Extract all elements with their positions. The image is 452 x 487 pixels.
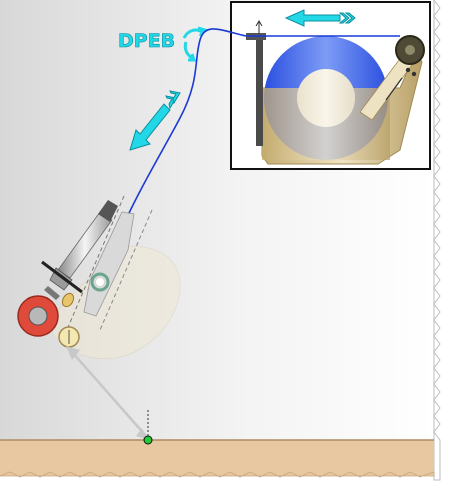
label-dpeb: DPEB <box>118 30 175 52</box>
torn-edge-right <box>433 0 441 481</box>
guide-post <box>256 36 263 146</box>
weld-spot-marker <box>143 435 153 445</box>
wire-feeder-inset <box>230 1 431 170</box>
welding-wire-feed-diagram: DPEB <box>0 0 441 481</box>
feed-roller-icon <box>17 295 59 337</box>
workpiece-ground <box>0 439 435 478</box>
